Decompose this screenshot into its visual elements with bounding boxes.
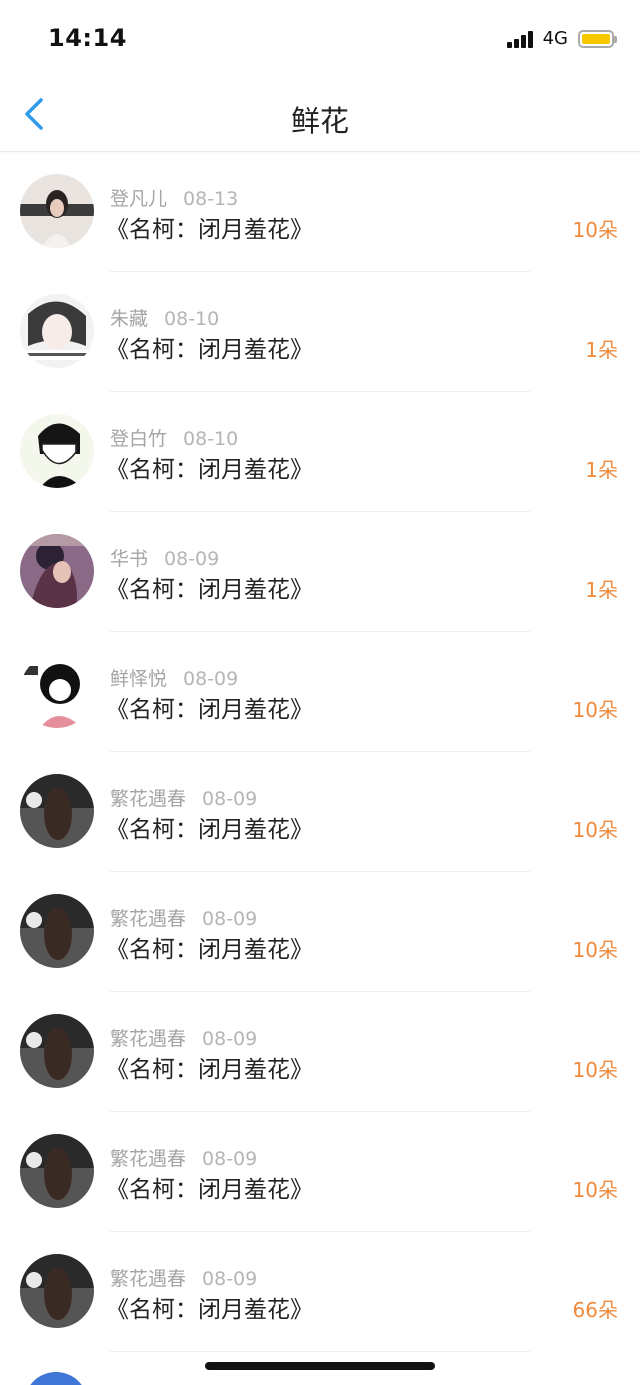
- avatar[interactable]: [20, 414, 94, 488]
- item-meta: 繁花遇春 08-09: [110, 1144, 257, 1171]
- flower-count: 10朵: [572, 698, 618, 722]
- avatar[interactable]: [20, 894, 94, 968]
- page-title: 鲜花: [290, 104, 349, 138]
- flower-count: 66朵: [572, 1298, 618, 1322]
- user-name[interactable]: 鲜怿悦: [110, 668, 167, 690]
- work-title[interactable]: 《名柯：闭月羞花》: [106, 1050, 313, 1084]
- user-name[interactable]: 登凡儿: [110, 188, 167, 210]
- user-name[interactable]: 朱藏: [110, 308, 148, 330]
- list-item[interactable]: 登凡儿 08-13 《名柯：闭月羞花》 10朵: [0, 152, 640, 272]
- list-item[interactable]: 繁花遇春 08-09 《名柯：闭月羞花》 66朵: [0, 1232, 640, 1352]
- item-date: 08-09: [202, 908, 258, 930]
- nav-bar: 鲜花: [0, 76, 640, 152]
- work-title[interactable]: 《名柯：闭月羞花》: [106, 690, 313, 724]
- user-name[interactable]: 登白竹: [110, 428, 167, 450]
- item-date: 08-09: [164, 548, 220, 570]
- user-name[interactable]: 繁花遇春: [110, 908, 186, 930]
- flower-count: 1朵: [585, 578, 618, 602]
- work-title[interactable]: 《名柯：闭月羞花》: [106, 810, 313, 844]
- item-meta: 登凡儿 08-13: [110, 184, 238, 211]
- item-meta: 繁花遇春 08-09: [110, 1024, 257, 1051]
- user-name[interactable]: 华书: [110, 548, 148, 570]
- work-title[interactable]: 《名柯：闭月羞花》: [106, 570, 313, 604]
- status-indicators: 4G: [506, 28, 617, 49]
- list-item[interactable]: 华书 08-09 《名柯：闭月羞花》 1朵: [0, 512, 640, 632]
- user-name[interactable]: 繁花遇春: [110, 788, 186, 810]
- work-title[interactable]: 《名柯：闭月羞花》: [106, 330, 313, 364]
- work-title[interactable]: 《名柯：闭月羞花》: [106, 930, 313, 964]
- item-date: 08-10: [164, 308, 220, 330]
- work-title[interactable]: 《名柯：闭月羞花》: [106, 1170, 313, 1204]
- item-date: 08-09: [202, 788, 258, 810]
- flower-count: 10朵: [572, 1058, 618, 1082]
- list-item[interactable]: 繁花遇春 08-09 《名柯：闭月羞花》 10朵: [0, 992, 640, 1112]
- flower-count: 10朵: [572, 1178, 618, 1202]
- avatar[interactable]: [20, 534, 94, 608]
- avatar[interactable]: [20, 1134, 94, 1208]
- flower-count: 10朵: [572, 938, 618, 962]
- network-type: 4G: [542, 28, 568, 49]
- user-name[interactable]: 繁花遇春: [110, 1268, 186, 1290]
- status-time: 14:14: [48, 24, 127, 52]
- item-meta: 繁花遇春 08-09: [110, 904, 257, 931]
- item-meta: 繁花遇春 08-09: [110, 1264, 257, 1291]
- flower-count: 10朵: [572, 818, 618, 842]
- work-title[interactable]: 《名柯：闭月羞花》: [106, 450, 313, 484]
- item-meta: 华书 08-09: [110, 544, 219, 571]
- item-date: 08-09: [202, 1028, 258, 1050]
- list-item[interactable]: 繁花遇春 08-09 《名柯：闭月羞花》 10朵: [0, 752, 640, 872]
- battery-icon: [578, 29, 617, 48]
- item-date: 08-13: [183, 188, 239, 210]
- flower-list-screen: 14:14 4G 鲜花 登凡儿 08-13 《名柯：闭月羞花》 10朵 朱藏 08-10 《…: [0, 0, 640, 1385]
- list-item[interactable]: 繁花遇春 08-09 《名柯：闭月羞花》 10朵: [0, 1112, 640, 1232]
- work-title[interactable]: 《名柯：闭月羞花》: [106, 210, 313, 244]
- list-item[interactable]: 朱藏 08-10 《名柯：闭月羞花》 1朵: [0, 272, 640, 392]
- flower-record-list: 登凡儿 08-13 《名柯：闭月羞花》 10朵 朱藏 08-10 《名柯：闭月羞花》 1朵 登白…: [0, 152, 640, 1352]
- item-meta: 登白竹 08-10: [110, 424, 238, 451]
- flower-count: 1朵: [585, 458, 618, 482]
- item-date: 08-09: [202, 1148, 258, 1170]
- list-item[interactable]: 登白竹 08-10 《名柯：闭月羞花》 1朵: [0, 392, 640, 512]
- divider: [110, 1351, 530, 1352]
- avatar[interactable]: [20, 1014, 94, 1088]
- item-date: 08-10: [183, 428, 239, 450]
- signal-icon: [506, 30, 535, 48]
- work-title[interactable]: 《名柯：闭月羞花》: [106, 1290, 313, 1324]
- item-meta: 繁花遇春 08-09: [110, 784, 257, 811]
- flower-count: 10朵: [572, 218, 618, 242]
- avatar[interactable]: [20, 174, 94, 248]
- item-meta: 朱藏 08-10: [110, 304, 219, 331]
- avatar[interactable]: [20, 294, 94, 368]
- list-item[interactable]: 繁花遇春 08-09 《名柯：闭月羞花》 10朵: [0, 872, 640, 992]
- item-meta: 鲜怿悦 08-09: [110, 664, 238, 691]
- avatar[interactable]: [20, 1254, 94, 1328]
- avatar[interactable]: [20, 774, 94, 848]
- status-bar: 14:14 4G: [0, 0, 640, 76]
- avatar[interactable]: [24, 1372, 88, 1385]
- item-date: 08-09: [202, 1268, 258, 1290]
- home-indicator[interactable]: [205, 1362, 435, 1370]
- user-name[interactable]: 繁花遇春: [110, 1028, 186, 1050]
- user-name[interactable]: 繁花遇春: [110, 1148, 186, 1170]
- flower-count: 1朵: [585, 338, 618, 362]
- list-item[interactable]: 鲜怿悦 08-09 《名柯：闭月羞花》 10朵: [0, 632, 640, 752]
- avatar[interactable]: [20, 654, 94, 728]
- item-date: 08-09: [183, 668, 239, 690]
